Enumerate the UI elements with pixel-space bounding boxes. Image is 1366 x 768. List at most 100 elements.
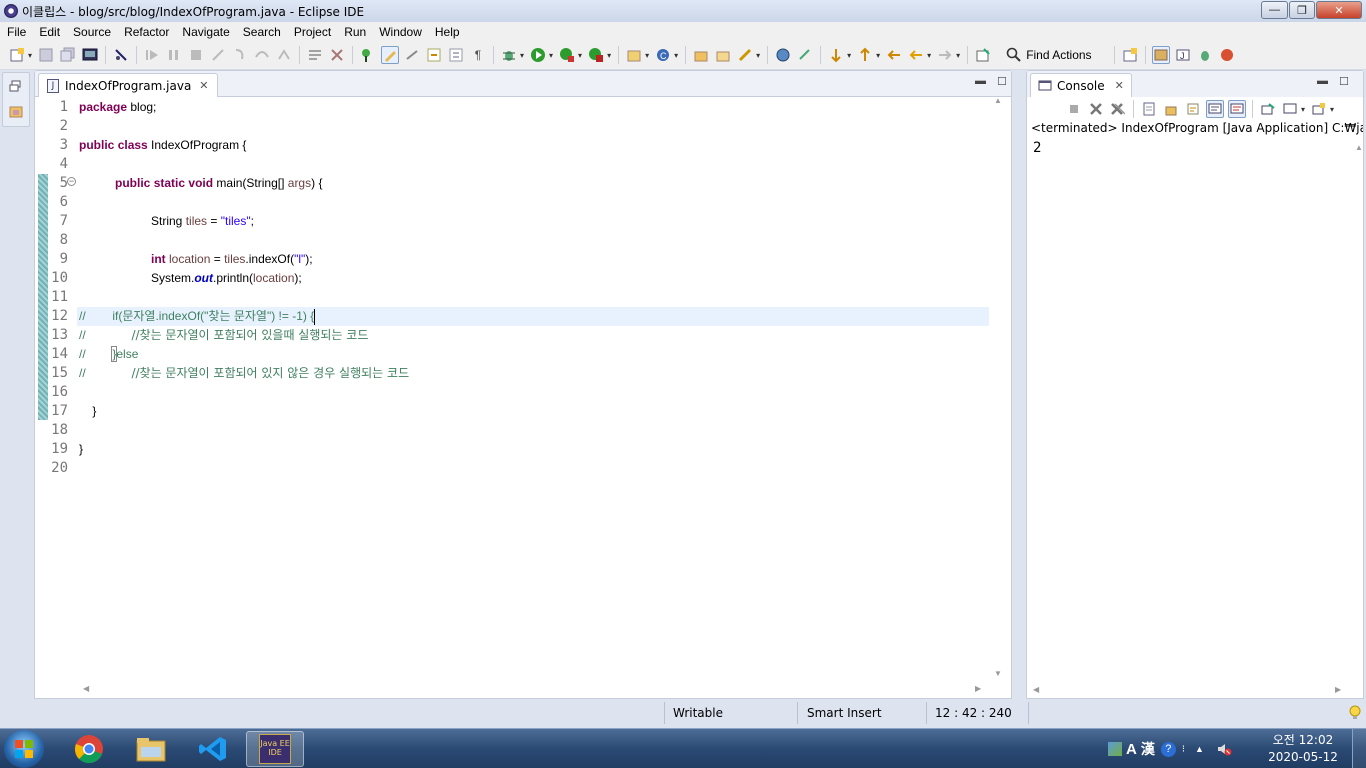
taskbar-chrome[interactable] bbox=[60, 731, 118, 767]
menu-run[interactable]: Run bbox=[337, 25, 372, 39]
next-annotation-icon[interactable] bbox=[425, 46, 443, 64]
display-selected-console-icon[interactable] bbox=[1281, 100, 1299, 118]
close-button[interactable]: ✕ bbox=[1316, 1, 1362, 19]
remove-all-terminated-icon[interactable] bbox=[1109, 100, 1127, 118]
menu-refactor[interactable]: Refactor bbox=[117, 25, 175, 39]
debug-perspective-icon[interactable] bbox=[1196, 46, 1214, 64]
toggle-mark-occurrences-icon[interactable] bbox=[381, 46, 400, 64]
code-line-13[interactable]: // //찾는 문자열이 포함되어 있을때 실행되는 코드 bbox=[79, 326, 368, 345]
skip-breakpoints-icon[interactable] bbox=[112, 46, 130, 64]
remove-launch-icon[interactable] bbox=[1087, 100, 1105, 118]
word-wrap-icon[interactable] bbox=[1184, 100, 1202, 118]
taskbar-clock[interactable]: 오전 12:02 2020-05-12 bbox=[1268, 732, 1338, 766]
code-line-14[interactable]: // }else bbox=[79, 345, 138, 364]
code-line-12[interactable]: // if(문자열.indexOf("찾는 문자열") != -1) { bbox=[79, 307, 316, 326]
code-line-3[interactable]: public class IndexOfProgram { bbox=[79, 136, 246, 155]
maximize-pane-icon[interactable]: ☐ bbox=[1339, 75, 1349, 88]
clear-console-icon[interactable] bbox=[1140, 100, 1158, 118]
code-line-17[interactable]: } bbox=[79, 402, 96, 421]
step-over-icon[interactable] bbox=[253, 46, 271, 64]
new-icon[interactable] bbox=[8, 46, 26, 64]
java-ee-perspective-icon[interactable] bbox=[1151, 46, 1170, 64]
input-mode-letter[interactable]: A bbox=[1126, 741, 1137, 758]
tab-console[interactable]: Console ✕ bbox=[1030, 73, 1132, 97]
hanja-mode[interactable]: 漢 bbox=[1141, 739, 1155, 759]
disconnect-icon[interactable] bbox=[209, 46, 227, 64]
ime-settings-icon[interactable]: ⁝ bbox=[1182, 744, 1185, 755]
menu-edit[interactable]: Edit bbox=[32, 25, 66, 39]
next-edit-icon[interactable] bbox=[827, 46, 845, 64]
resume-icon[interactable] bbox=[143, 46, 161, 64]
menu-navigate[interactable]: Navigate bbox=[175, 25, 235, 39]
tab-indexofprogram-java[interactable]: J IndexOfProgram.java ✕ bbox=[38, 73, 218, 97]
close-tab-icon[interactable]: ✕ bbox=[1115, 79, 1124, 92]
show-desktop-button[interactable] bbox=[1352, 729, 1366, 768]
editor-horizontal-scrollbar[interactable]: ◀ ▶ bbox=[77, 684, 989, 698]
close-tab-icon[interactable]: ✕ bbox=[199, 79, 208, 92]
editor-vertical-scrollbar[interactable]: ▲ ▼ bbox=[990, 96, 1008, 684]
ime-status-icon[interactable] bbox=[1108, 742, 1122, 756]
open-type-icon[interactable] bbox=[692, 46, 710, 64]
pin-editor-icon[interactable] bbox=[974, 46, 992, 64]
menu-window[interactable]: Window bbox=[372, 25, 428, 39]
menu-file[interactable]: File bbox=[0, 25, 32, 39]
menu-project[interactable]: Project bbox=[287, 25, 337, 39]
menu-source[interactable]: Source bbox=[66, 25, 117, 39]
previous-edit-icon[interactable] bbox=[856, 46, 874, 64]
new-java-project-icon[interactable] bbox=[625, 46, 643, 64]
new-java-class-icon[interactable]: C bbox=[654, 46, 672, 64]
maximize-pane-icon[interactable]: ☐ bbox=[997, 75, 1007, 88]
code-line-10[interactable]: System.out.println(location); bbox=[151, 269, 302, 288]
minimize-button[interactable]: — bbox=[1261, 1, 1288, 19]
toggle-breadcrumb-icon[interactable] bbox=[359, 46, 377, 64]
step-into-icon[interactable] bbox=[231, 46, 249, 64]
taskbar-eclipse[interactable]: Java EE IDE bbox=[246, 731, 304, 767]
back-icon[interactable] bbox=[907, 46, 925, 64]
step-return-icon[interactable] bbox=[275, 46, 293, 64]
code-line-15[interactable]: // //찾는 문자열이 포함되어 있지 않은 경우 실행되는 코드 bbox=[79, 364, 409, 383]
console-scroll-up-icon[interactable]: ▲ bbox=[1355, 143, 1363, 152]
external-tools-icon[interactable] bbox=[587, 46, 605, 64]
use-step-filters-icon[interactable] bbox=[328, 46, 346, 64]
link-icon[interactable] bbox=[796, 46, 814, 64]
code-line-9[interactable]: int location = tiles.indexOf("l"); bbox=[151, 250, 313, 269]
speaker-muted-icon[interactable] bbox=[1216, 741, 1232, 757]
git-perspective-icon[interactable] bbox=[1218, 46, 1236, 64]
show-hidden-icons-icon[interactable]: ▲ bbox=[1195, 744, 1204, 754]
drop-to-frame-icon[interactable] bbox=[306, 46, 324, 64]
search-tool-icon[interactable] bbox=[736, 46, 754, 64]
minimize-pane-icon[interactable]: ▬ bbox=[975, 75, 986, 87]
suspend-icon[interactable] bbox=[165, 46, 183, 64]
taskbar-vscode[interactable] bbox=[184, 731, 242, 767]
open-perspective-icon[interactable] bbox=[1121, 46, 1139, 64]
package-explorer-icon[interactable] bbox=[9, 104, 23, 118]
console-scroll-right-icon[interactable]: ▶ bbox=[1335, 685, 1341, 694]
last-edit-location-icon[interactable] bbox=[885, 46, 903, 64]
previous-annotation-icon[interactable] bbox=[447, 46, 465, 64]
code-line-5[interactable]: public static void main(String[] args) { bbox=[115, 174, 322, 193]
forward-icon[interactable] bbox=[936, 46, 954, 64]
menu-help[interactable]: Help bbox=[428, 25, 466, 39]
help-icon[interactable]: ? bbox=[1160, 741, 1176, 757]
collapse-fold-icon[interactable]: − bbox=[67, 177, 76, 186]
start-button[interactable] bbox=[4, 730, 44, 768]
console-scroll-left-icon[interactable]: ◀ bbox=[1033, 685, 1039, 694]
open-task-icon[interactable] bbox=[714, 46, 732, 64]
menu-search[interactable]: Search bbox=[236, 25, 287, 39]
minimize-pane-icon[interactable]: ▬ bbox=[1317, 75, 1328, 87]
save-icon[interactable] bbox=[37, 46, 55, 64]
maximize-button[interactable]: ❐ bbox=[1289, 1, 1315, 19]
restore-icon[interactable] bbox=[9, 79, 23, 93]
toggle-block-selection-icon[interactable] bbox=[403, 46, 421, 64]
code-line-19[interactable]: } bbox=[79, 440, 83, 459]
java-perspective-icon[interactable]: J bbox=[1174, 46, 1192, 64]
pin-console-icon[interactable] bbox=[1259, 100, 1277, 118]
code-line-7[interactable]: String tiles = "tiles"; bbox=[151, 212, 254, 231]
scroll-lock-icon[interactable] bbox=[1162, 100, 1180, 118]
terminate-icon[interactable] bbox=[187, 46, 205, 64]
run-icon[interactable] bbox=[529, 46, 547, 64]
taskbar-file-explorer[interactable] bbox=[122, 731, 180, 767]
show-whitespace-icon[interactable]: ¶ bbox=[469, 46, 487, 64]
terminal-icon[interactable] bbox=[81, 46, 99, 64]
terminate-console-icon[interactable] bbox=[1065, 100, 1083, 118]
